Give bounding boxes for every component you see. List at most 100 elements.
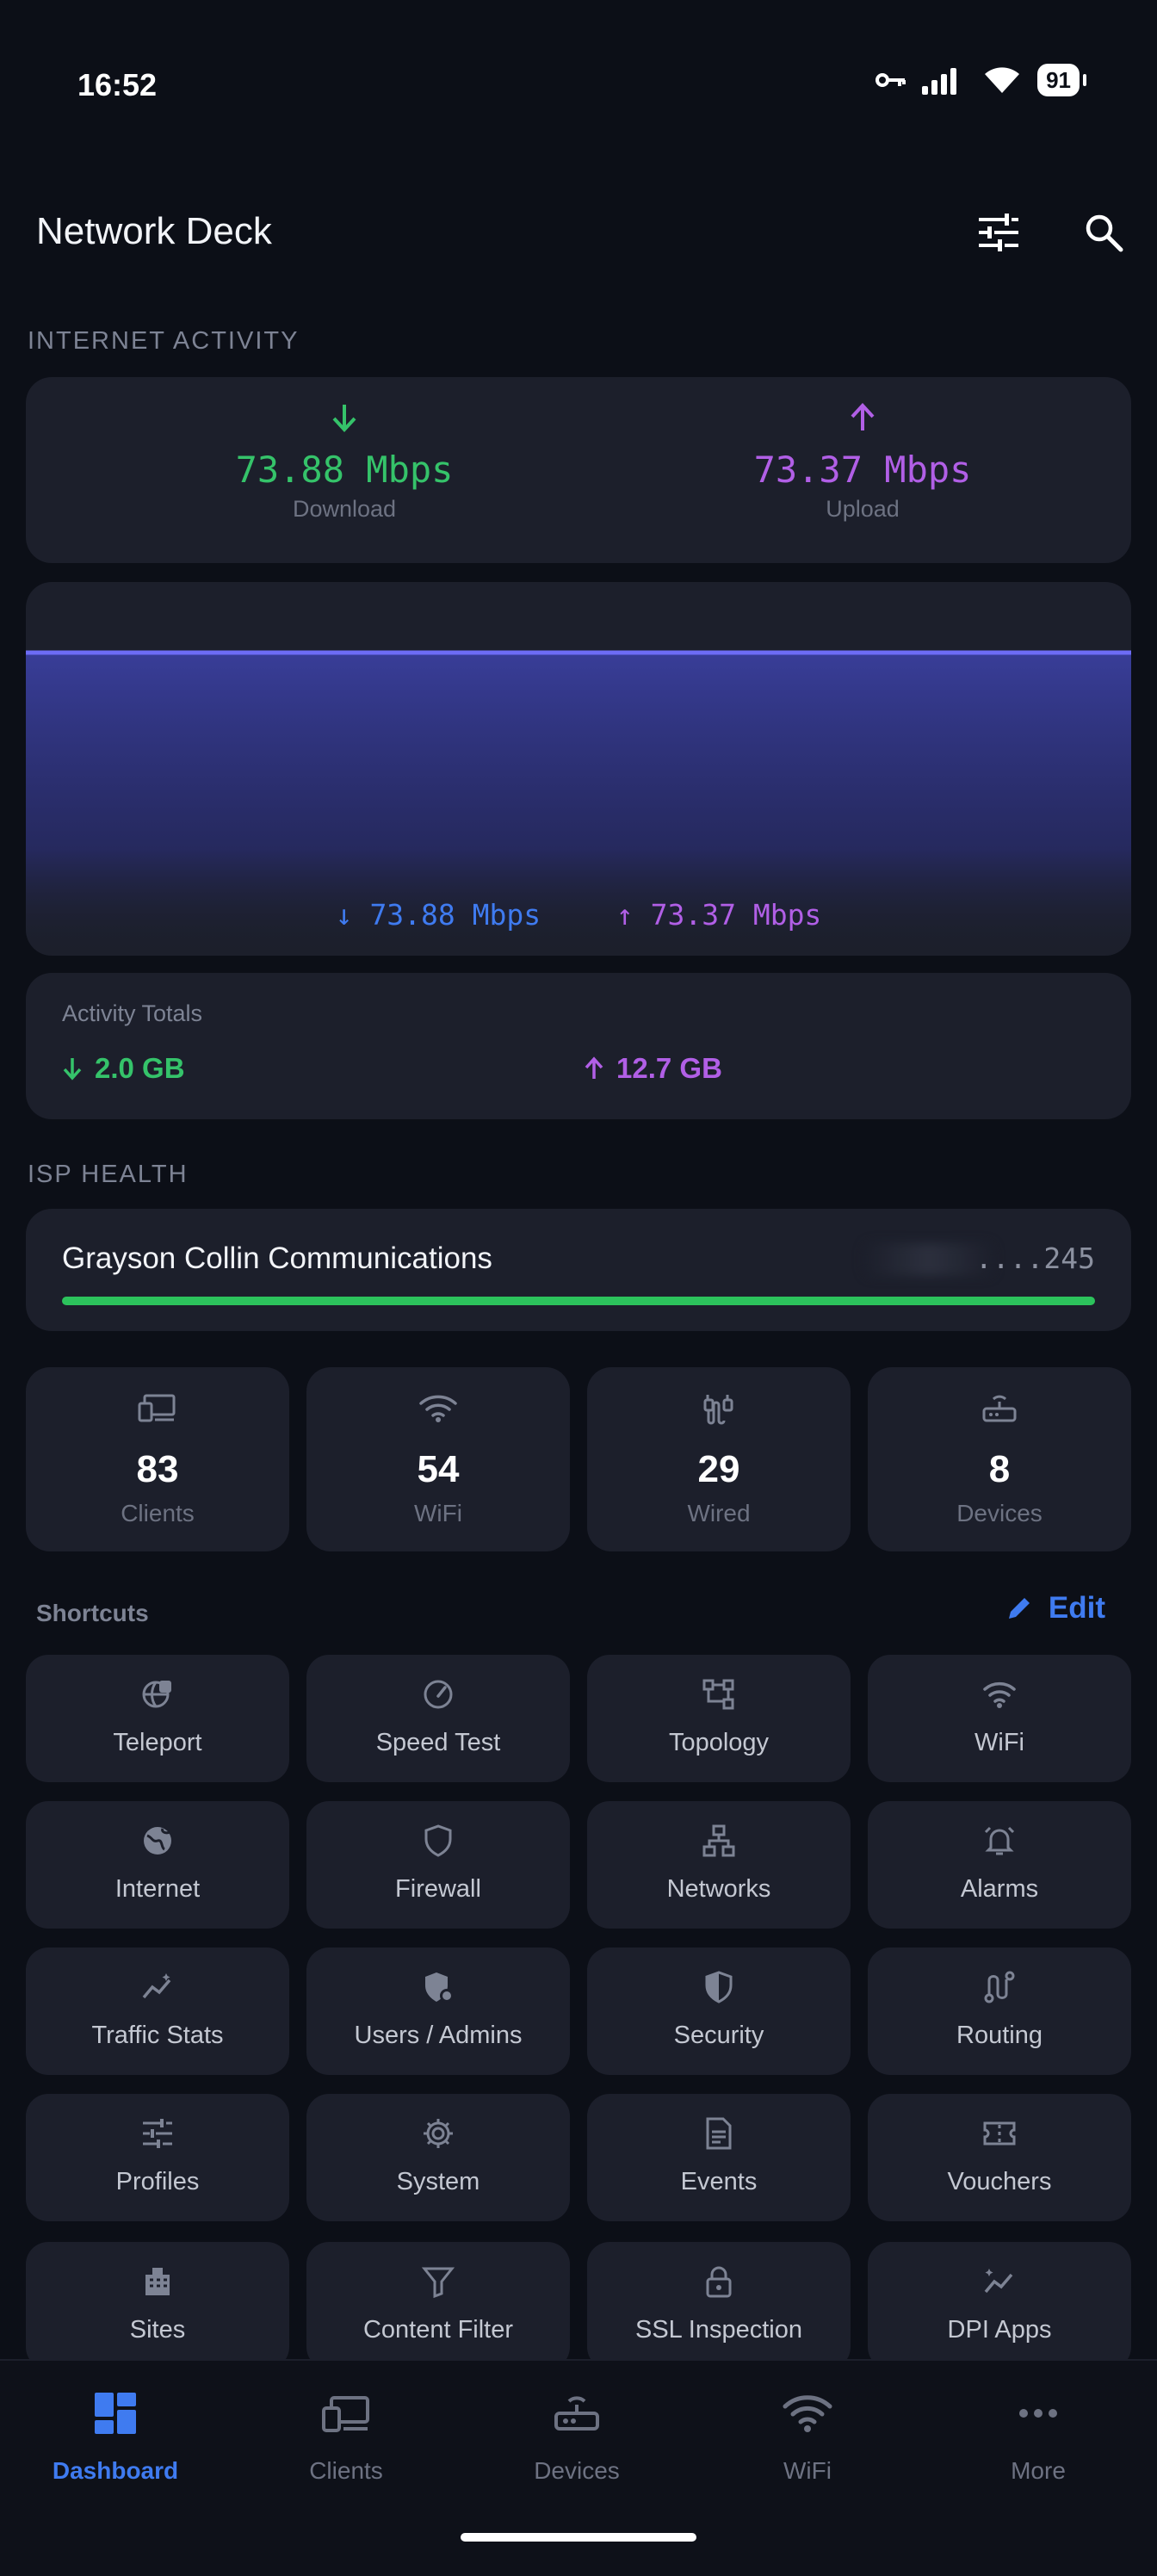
dpi-chart-icon (984, 2269, 1013, 2294)
nav-devices-label: Devices (534, 2457, 620, 2484)
shortcut-label: Sites (129, 2316, 186, 2344)
internet-activity-label: INTERNET ACTIVITY (28, 327, 300, 355)
nav-more[interactable]: More (923, 2385, 1154, 2485)
nav-more-label: More (1011, 2457, 1066, 2484)
shortcut-events[interactable]: Events (587, 2094, 851, 2221)
nav-wifi[interactable]: WiFi (692, 2385, 923, 2485)
shortcut-profiles[interactable]: Profiles (26, 2094, 289, 2221)
pencil-icon (1008, 1598, 1030, 1619)
isp-health-label: ISP HEALTH (28, 1161, 189, 1188)
lock-icon (706, 2266, 732, 2298)
shortcut-label: Vouchers (947, 2168, 1052, 2195)
shortcut-label: System (396, 2168, 480, 2195)
document-icon (706, 2117, 732, 2150)
wifi-icon (983, 1682, 1016, 1708)
edit-label: Edit (1048, 1591, 1105, 1625)
edit-shortcuts-button[interactable]: Edit (1005, 1591, 1105, 1625)
total-upload: 12.7 GB (584, 1052, 722, 1085)
sliders-icon (979, 214, 1018, 251)
stat-wired-label: Wired (687, 1500, 751, 1526)
isp-name: Grayson Collin Communications (62, 1242, 492, 1275)
shortcut-label: Teleport (113, 1729, 202, 1756)
sliders-icon (143, 2119, 172, 2148)
stat-wifi-label: WiFi (414, 1500, 462, 1526)
shortcut-label: Security (673, 2022, 764, 2049)
nav-dashboard[interactable]: Dashboard (0, 2385, 231, 2485)
stat-wired[interactable]: 29 Wired (587, 1367, 851, 1551)
download-caption: Download (292, 496, 397, 522)
shortcut-label: Traffic Stats (91, 2022, 224, 2049)
shortcut-wifi[interactable]: WiFi (868, 1655, 1131, 1782)
shortcut-content-filter[interactable]: Content Filter (306, 2242, 570, 2369)
activity-totals-title: Activity Totals (62, 1000, 203, 1026)
shortcut-label: Routing (956, 2022, 1043, 2049)
shortcut-label: Internet (114, 1875, 201, 1903)
more-dots-icon (1019, 2409, 1057, 2418)
stat-clients[interactable]: 83 Clients (26, 1367, 289, 1551)
stat-devices-value: 8 (988, 1448, 1011, 1490)
upload-caption: Upload (826, 496, 900, 522)
shortcut-internet[interactable]: Internet (26, 1801, 289, 1929)
activity-totals-card: Activity Totals 2.0 GB 12.7 GB (26, 973, 1131, 1119)
speed-card: 73.88 Mbps Download 73.37 Mbps Upload (26, 377, 1131, 563)
shortcut-dpi-apps[interactable]: DPI Apps (868, 2242, 1131, 2369)
shortcut-label: Profiles (115, 2168, 200, 2195)
stat-wifi[interactable]: 54 WiFi (306, 1367, 570, 1551)
isp-ip-redacted (864, 1243, 993, 1276)
shortcut-routing[interactable]: Routing (868, 1947, 1131, 2075)
arrow-up-icon (851, 403, 875, 430)
shortcut-sites[interactable]: Sites (26, 2242, 289, 2369)
security-shield-icon (705, 1971, 733, 2003)
chart-download-legend: ↓ 73.88 Mbps (335, 898, 541, 932)
stat-devices-label: Devices (956, 1500, 1043, 1526)
router-icon (554, 2396, 599, 2430)
building-icon (145, 2268, 170, 2295)
nav-clients[interactable]: Clients (231, 2385, 461, 2485)
alarm-bell-icon (984, 1826, 1015, 1855)
shortcut-users-admins[interactable]: Users / Admins (306, 1947, 570, 2075)
filter-button[interactable] (971, 205, 1026, 260)
stat-wifi-value: 54 (417, 1448, 460, 1490)
shortcut-label: Speed Test (375, 1729, 501, 1756)
shortcut-security[interactable]: Security (587, 1947, 851, 2075)
nav-devices[interactable]: Devices (461, 2385, 692, 2485)
shortcut-teleport[interactable]: Teleport (26, 1655, 289, 1782)
isp-card[interactable]: Grayson Collin Communications ....245 (26, 1209, 1131, 1331)
traffic-stats-icon (142, 1973, 171, 1999)
arrow-up-icon (585, 1056, 603, 1079)
home-indicator (461, 2533, 696, 2542)
stat-devices[interactable]: 8 Devices (868, 1367, 1131, 1551)
shortcut-label: Alarms (960, 1875, 1039, 1903)
shortcut-alarms[interactable]: Alarms (868, 1801, 1131, 1929)
upload-speed: 73.37 Mbps Upload (647, 403, 1078, 523)
status-bar: 16:52 91 (0, 0, 1157, 172)
wired-icon (703, 1395, 733, 1425)
arrow-down-icon (332, 405, 356, 432)
teleport-icon (142, 1681, 171, 1708)
app-header: Network Deck (0, 198, 1157, 267)
shortcut-system[interactable]: System (306, 2094, 570, 2221)
download-speed: 73.88 Mbps Download (129, 403, 560, 523)
ticket-icon (983, 2121, 1016, 2146)
search-button[interactable] (1076, 205, 1131, 260)
wifi-icon (419, 1395, 457, 1422)
admin-shield-icon (425, 1972, 454, 2003)
shortcut-label: WiFi (974, 1729, 1024, 1756)
bottom-nav: Dashboard Clients Devices WiFi More (0, 2359, 1157, 2576)
shortcut-label: Users / Admins (354, 2022, 523, 2049)
shortcut-label: Topology (668, 1729, 770, 1756)
shortcut-firewall[interactable]: Firewall (306, 1801, 570, 1929)
clients-icon (322, 2396, 369, 2432)
shortcut-networks[interactable]: Networks (587, 1801, 851, 1929)
traffic-chart-card: ↓ 73.88 Mbps ↑ 73.37 Mbps (26, 582, 1131, 956)
page-title: Network Deck (36, 210, 272, 252)
globe-icon (144, 1827, 171, 1855)
shortcut-vouchers[interactable]: Vouchers (868, 2094, 1131, 2221)
shortcut-traffic-stats[interactable]: Traffic Stats (26, 1947, 289, 2075)
shortcut-speed-test[interactable]: Speed Test (306, 1655, 570, 1782)
nav-dashboard-label: Dashboard (52, 2457, 179, 2484)
shortcuts-title: Shortcuts (36, 1600, 149, 1626)
shortcut-topology[interactable]: Topology (587, 1655, 851, 1782)
shortcut-label: Firewall (395, 1875, 481, 1903)
shortcut-ssl-inspection[interactable]: SSL Inspection (587, 2242, 851, 2369)
